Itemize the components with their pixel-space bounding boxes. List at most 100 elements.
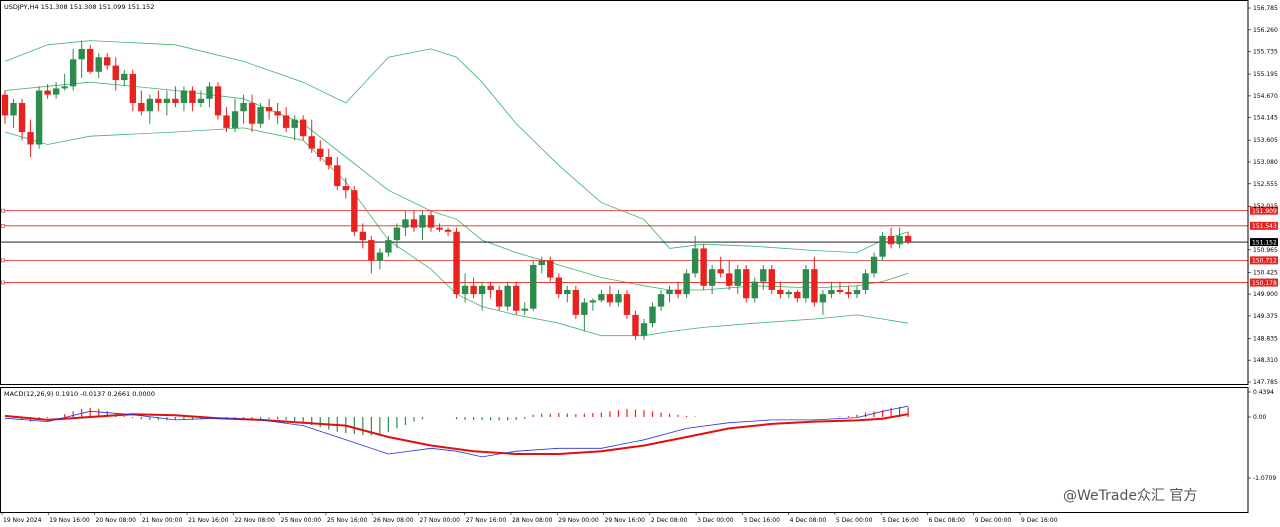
candle-body xyxy=(342,186,349,191)
candle-body xyxy=(214,86,222,116)
candle xyxy=(385,235,392,257)
candle xyxy=(342,177,349,199)
candle-body xyxy=(547,260,554,278)
candle xyxy=(555,273,562,299)
candle-body xyxy=(530,265,537,309)
candle xyxy=(802,265,810,303)
candle-body xyxy=(35,90,43,145)
candle xyxy=(368,235,375,274)
candle xyxy=(649,302,656,328)
candle xyxy=(419,210,426,241)
candle xyxy=(163,90,171,116)
candle-body xyxy=(248,102,256,124)
candle xyxy=(461,273,469,303)
candle-body xyxy=(282,115,290,128)
candle-body xyxy=(444,229,452,232)
candle-body xyxy=(504,285,511,307)
candle-body xyxy=(896,235,903,245)
candle-body xyxy=(27,132,34,145)
candle xyxy=(632,310,639,340)
candle xyxy=(121,69,128,87)
candle-body xyxy=(112,65,119,81)
level-anchor[interactable] xyxy=(1,224,5,228)
time-tick-label: 2 Dec 08:00 xyxy=(651,517,688,524)
level-anchor[interactable] xyxy=(1,280,5,285)
candle xyxy=(436,223,443,232)
candle-body xyxy=(95,57,102,72)
candle-body xyxy=(453,231,460,295)
price-tick-label: 155.195 xyxy=(1253,71,1278,78)
candle xyxy=(282,107,290,133)
time-tick-label: 5 Dec 00:00 xyxy=(836,517,873,524)
candle xyxy=(410,210,418,232)
level-anchor[interactable] xyxy=(1,208,5,213)
candle xyxy=(794,289,801,303)
candle-body xyxy=(589,300,597,303)
candle-body xyxy=(683,273,690,295)
level-tag-label: 150.712 xyxy=(1252,258,1277,265)
time-tick-label: 3 Dec 00:00 xyxy=(697,517,734,524)
candle xyxy=(231,98,239,133)
candle-body xyxy=(163,98,171,103)
candle xyxy=(18,98,26,141)
price-tick-label: 147.785 xyxy=(1253,379,1278,386)
price-tick-label: 148.310 xyxy=(1253,357,1278,364)
macd-tick-label: 0.4394 xyxy=(1253,389,1274,396)
candle xyxy=(717,256,724,278)
macd-label: MACD(12,26,9) 0.1910 -0.0137 0.2661 0.00… xyxy=(4,390,155,398)
candle-body xyxy=(564,289,571,295)
candle xyxy=(896,227,903,249)
candle xyxy=(334,156,341,191)
candle-body xyxy=(513,285,520,311)
candle xyxy=(666,285,673,303)
candle xyxy=(146,94,154,124)
candle-body xyxy=(138,102,145,112)
candle-body xyxy=(223,115,230,128)
candle xyxy=(513,281,520,315)
candle-body xyxy=(853,289,861,295)
price-tick-label: 153.080 xyxy=(1253,159,1278,166)
candle xyxy=(52,82,60,99)
price-tick-label: 152.015 xyxy=(1253,203,1278,210)
candle-body xyxy=(862,273,869,290)
time-tick-label: 27 Nov 00:00 xyxy=(419,517,460,524)
candle xyxy=(572,285,580,320)
candle xyxy=(274,102,281,124)
candle xyxy=(845,285,852,299)
candle-body xyxy=(811,269,818,303)
candle xyxy=(853,285,861,299)
candle-body xyxy=(777,289,784,295)
time-tick-label: 27 Nov 16:00 xyxy=(466,517,507,524)
candle xyxy=(376,248,384,270)
price-tick-label: 156.785 xyxy=(1253,5,1278,12)
candle-body xyxy=(581,302,588,315)
candle xyxy=(862,269,869,295)
candle-body xyxy=(104,57,111,66)
candle xyxy=(444,227,452,236)
candle xyxy=(811,256,818,307)
candle xyxy=(248,94,256,133)
candle-body xyxy=(785,292,793,295)
price-tick-label: 153.605 xyxy=(1253,137,1278,144)
candle xyxy=(777,281,784,299)
candle-body xyxy=(760,269,767,282)
candle xyxy=(87,44,94,74)
macd-panel xyxy=(4,405,909,458)
candle-body xyxy=(129,73,136,103)
candle xyxy=(564,285,571,303)
candle xyxy=(155,90,162,112)
candle-body xyxy=(52,88,60,95)
candle xyxy=(606,285,614,307)
candle-body xyxy=(18,102,26,133)
candle-body xyxy=(317,148,324,157)
candle-body xyxy=(717,269,724,274)
candle xyxy=(785,289,793,299)
candle xyxy=(819,289,827,315)
candle-body xyxy=(751,281,758,299)
time-tick-label: 22 Nov 08:00 xyxy=(234,517,275,524)
level-anchor[interactable] xyxy=(1,258,5,263)
candle-body xyxy=(802,269,810,299)
candle-body xyxy=(836,289,844,293)
candle xyxy=(180,86,188,112)
candle xyxy=(768,265,775,295)
